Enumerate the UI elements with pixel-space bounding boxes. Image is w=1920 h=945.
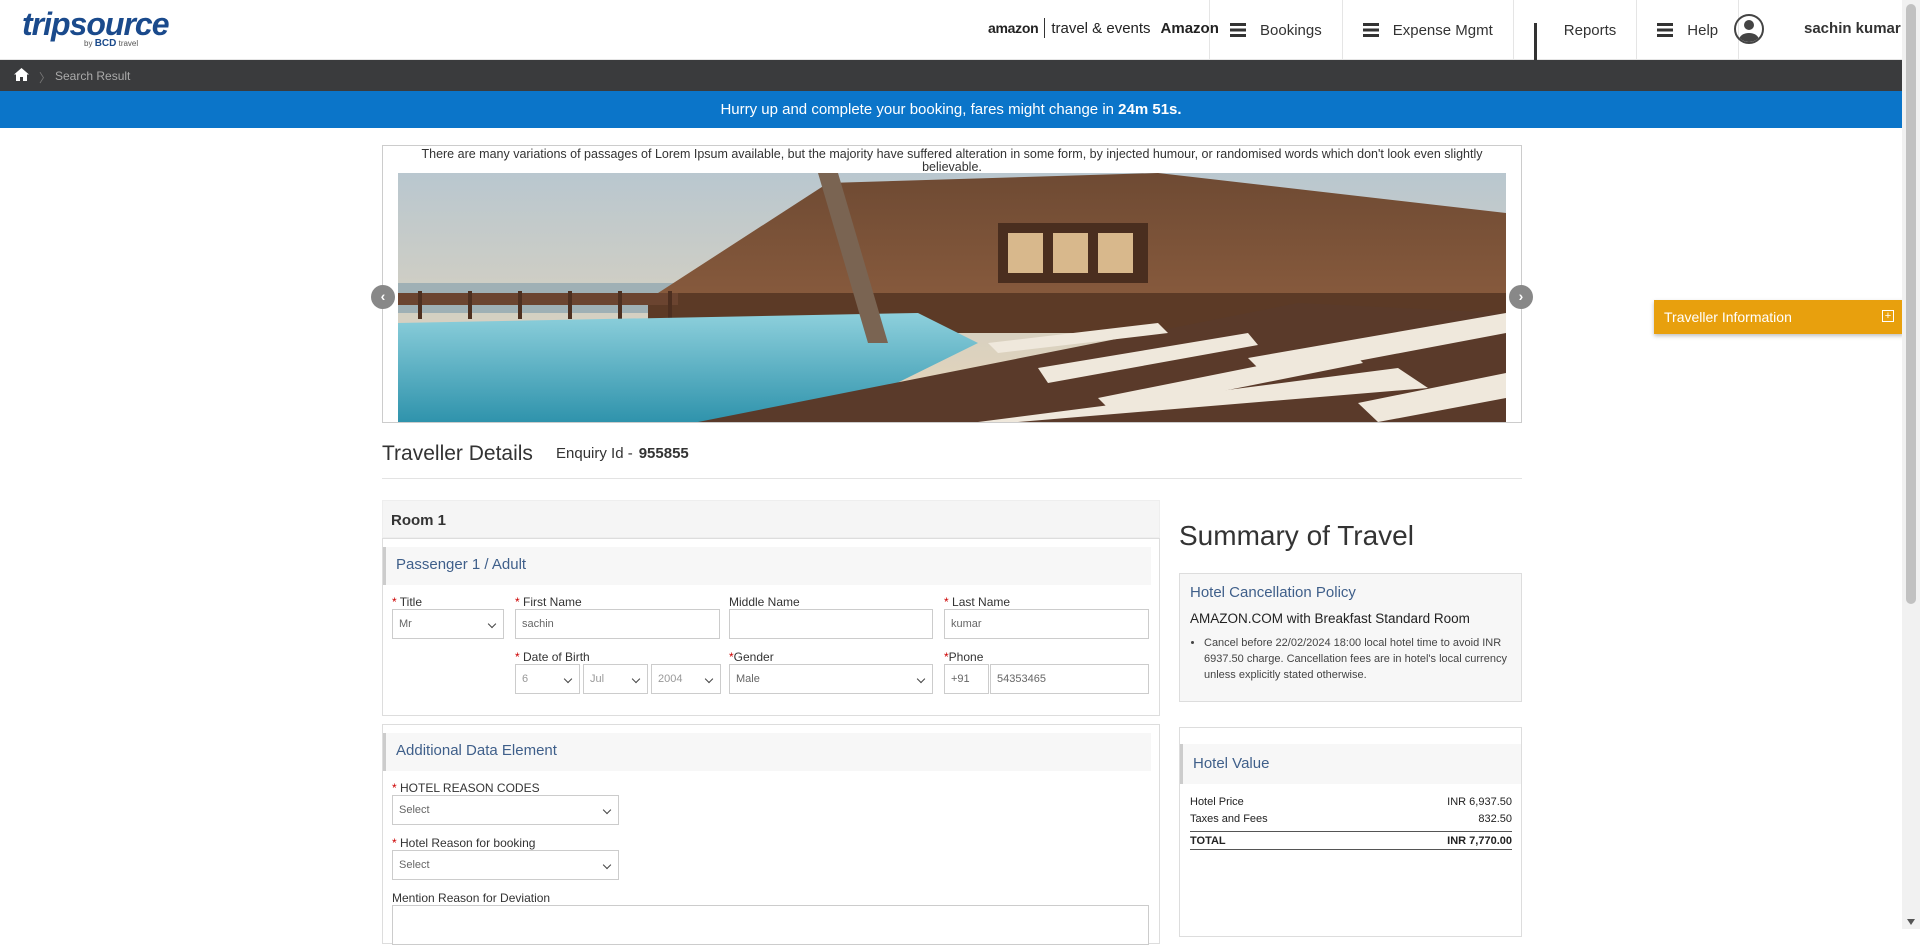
hotel-value-header: Hotel Value xyxy=(1180,744,1521,784)
reason-booking-select[interactable]: Select xyxy=(392,850,619,880)
traveller-info-panel[interactable]: Traveller Information + xyxy=(1654,300,1904,334)
first-name-label: * First Name xyxy=(515,595,582,609)
phone-input[interactable]: 54353465 xyxy=(990,664,1149,694)
price-value: INR 6,937.50 xyxy=(1447,796,1512,808)
home-icon[interactable] xyxy=(14,68,29,81)
first-name-input[interactable]: sachin xyxy=(515,609,720,639)
menu-icon xyxy=(1362,23,1379,37)
taxes-row: Taxes and Fees 832.50 xyxy=(1190,813,1512,825)
taxes-value: 832.50 xyxy=(1478,813,1512,825)
enquiry-label: Enquiry Id - xyxy=(556,445,633,462)
gender-label: *Gender xyxy=(729,650,774,664)
nav-bookings[interactable]: Bookings xyxy=(1209,0,1342,60)
room-header: Room 1 xyxy=(382,500,1160,538)
title-label: * Title xyxy=(392,595,423,609)
deviation-label: Mention Reason for Deviation xyxy=(392,891,551,905)
hotel-image-carousel: There are many variations of passages of… xyxy=(371,145,1533,423)
traveller-info-label: Traveller Information xyxy=(1664,309,1792,325)
additional-data-header: Additional Data Element xyxy=(383,733,1151,771)
enquiry-value: 955855 xyxy=(638,445,689,462)
reason-codes-label: * HOTEL REASON CODES xyxy=(392,781,540,795)
main-nav: Bookings Expense Mgmt Reports Help xyxy=(1209,0,1740,64)
price-row: Hotel Price INR 6,937.50 xyxy=(1190,796,1512,808)
summary-title: Summary of Travel xyxy=(1179,520,1414,551)
title-select[interactable]: Mr xyxy=(392,609,504,639)
logo-text: tripsource xyxy=(22,6,169,42)
brand-divider xyxy=(1044,18,1046,38)
taxes-label: Taxes and Fees xyxy=(1190,813,1268,825)
user-avatar-icon[interactable] xyxy=(1734,14,1764,44)
nav-reports-label: Reports xyxy=(1563,21,1617,39)
nav-help-label: Help xyxy=(1687,21,1719,39)
menu-icon xyxy=(1657,23,1674,37)
room-name: AMAZON.COM with Breakfast Standard Room xyxy=(1190,611,1470,626)
client-brand: amazon travel & events Amazon xyxy=(988,18,1219,38)
breadcrumb-separator-icon: 〉 xyxy=(39,71,52,85)
tripsource-logo[interactable]: tripsource by BCD travel xyxy=(22,6,169,49)
dob-year-select[interactable]: 2004 xyxy=(651,664,721,694)
nav-expense-mgmt[interactable]: Expense Mgmt xyxy=(1341,0,1513,60)
nav-bookings-label: Bookings xyxy=(1260,21,1322,39)
reason-codes-select[interactable]: Select xyxy=(392,795,619,825)
middle-name-label: Middle Name xyxy=(729,595,800,609)
nav-reports[interactable]: Reports xyxy=(1512,0,1637,64)
hotel-photo xyxy=(398,173,1506,422)
bar-chart-icon xyxy=(1533,23,1550,64)
passenger-section: Passenger 1 / Adult * Title Mr * First N… xyxy=(382,538,1160,716)
policy-item: Cancel before 22/02/2024 18:00 local hot… xyxy=(1204,635,1511,683)
timer-message: Hurry up and complete your booking, fare… xyxy=(720,101,1119,118)
scroll-down-icon[interactable] xyxy=(1907,919,1915,925)
phone-code-input[interactable]: +91 xyxy=(944,664,989,694)
last-name-input[interactable]: kumar xyxy=(944,609,1149,639)
cancellation-policy-box: Hotel Cancellation Policy AMAZON.COM wit… xyxy=(1179,573,1522,702)
nav-help[interactable]: Help xyxy=(1636,0,1740,60)
deviation-textarea[interactable] xyxy=(392,905,1149,945)
price-label: Hotel Price xyxy=(1190,796,1244,808)
enquiry-id: Enquiry Id - 955855 xyxy=(556,445,689,462)
passenger-header: Passenger 1 / Adult xyxy=(383,547,1151,585)
amazon-logo: amazon xyxy=(988,20,1039,36)
carousel-prev-button[interactable]: ‹ xyxy=(371,285,395,309)
expand-icon[interactable]: + xyxy=(1882,310,1894,322)
cancellation-header: Hotel Cancellation Policy xyxy=(1190,584,1356,601)
additional-data-section: Additional Data Element * HOTEL REASON C… xyxy=(382,724,1160,945)
policy-list: Cancel before 22/02/2024 18:00 local hot… xyxy=(1204,635,1511,683)
phone-label: *Phone xyxy=(944,650,984,664)
menu-icon xyxy=(1230,23,1246,37)
travel-events-label: travel & events xyxy=(1051,19,1151,37)
total-row: TOTAL INR 7,770.00 xyxy=(1190,831,1512,850)
breadcrumb: 〉 Search Result xyxy=(0,60,1902,91)
carousel-caption: There are many variations of passages of… xyxy=(421,147,1483,174)
nav-expense-label: Expense Mgmt xyxy=(1392,21,1493,39)
top-navbar: tripsource by BCD travel amazon travel &… xyxy=(0,0,1902,64)
total-value: INR 7,770.00 xyxy=(1447,835,1512,847)
middle-name-input[interactable] xyxy=(729,609,933,639)
gender-select[interactable]: Male xyxy=(729,664,933,694)
reason-booking-label: * Hotel Reason for booking xyxy=(392,836,536,850)
username[interactable]: sachin kumar xyxy=(1804,20,1901,37)
dob-day-select[interactable]: 6 xyxy=(515,664,580,694)
dob-month-select[interactable]: Jul xyxy=(583,664,648,694)
carousel-next-button[interactable]: › xyxy=(1509,285,1533,309)
page-scrollbar[interactable] xyxy=(1902,0,1920,929)
hotel-value-box: Hotel Value Hotel Price INR 6,937.50 Tax… xyxy=(1179,727,1522,937)
timer-countdown: 24m 51s. xyxy=(1118,101,1182,118)
page-title: Traveller Details xyxy=(382,442,533,465)
dob-label: * Date of Birth xyxy=(515,650,590,664)
scrollbar-thumb[interactable] xyxy=(1906,4,1916,604)
fare-timer-banner: Hurry up and complete your booking, fare… xyxy=(0,91,1902,128)
breadcrumb-current: Search Result xyxy=(55,69,131,83)
total-label: TOTAL xyxy=(1190,835,1226,847)
divider xyxy=(382,478,1522,479)
last-name-label: * Last Name xyxy=(944,595,1011,609)
